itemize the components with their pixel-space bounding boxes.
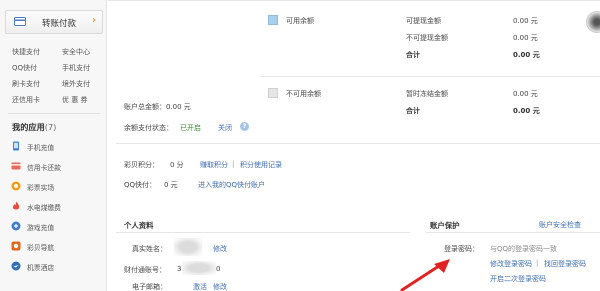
help-icon[interactable]: ? — [240, 122, 249, 131]
quick-link[interactable]: QQ快付 — [12, 63, 37, 73]
section-divider — [116, 143, 600, 144]
withdrawable-value: 0.00 元 — [513, 17, 538, 25]
credit-card-icon — [11, 162, 21, 170]
pay-status-label: 余额支付状态： — [124, 124, 173, 132]
close-balance-pay-link[interactable]: 关闭 — [218, 123, 232, 133]
sidebar-divider — [8, 113, 100, 114]
change-login-password-link[interactable]: 修改登录密码 — [490, 259, 532, 269]
non-withdrawable-label: 不可提现金额 — [406, 34, 448, 42]
game-icon — [11, 221, 21, 231]
frozen-total-label: 合计 — [406, 107, 420, 115]
app-label: 彩贝导航 — [27, 244, 55, 252]
account-total: 账户总金额：0.00 元 — [124, 103, 191, 111]
frozen-label: 暂时冻结金额 — [406, 90, 448, 98]
account-number-label: 财付通账号： — [124, 266, 166, 274]
login-password-desc: 与QQ的登录密码一致 — [490, 245, 558, 253]
security-divider — [426, 232, 600, 233]
quick-link[interactable]: 快捷支付 — [12, 47, 40, 57]
red-arrow-icon — [400, 259, 450, 291]
total-label: 合计 — [406, 51, 420, 59]
available-balance-swatch — [268, 15, 278, 25]
unavailable-balance-label: 不可用余额 — [286, 90, 321, 98]
quick-link[interactable]: 还信用卡 — [12, 95, 40, 105]
profile-title: 个人资料 — [124, 221, 154, 230]
my-apps-count: (7) — [44, 122, 57, 132]
utility-flame-icon — [12, 201, 20, 210]
main-content: 可用余额 可提现金额 0.00 元 不可提现金额 0.00 元 合计 0.00 … — [108, 0, 600, 291]
quick-link[interactable]: 境外支付 — [62, 79, 90, 89]
app-label: 手机充值 — [27, 144, 55, 152]
qq-pay-label: QQ快付： — [124, 181, 157, 189]
login-password-label: 登录密码： — [444, 245, 479, 253]
qq-pay-account-link[interactable]: 进入我的QQ快付账户 — [198, 180, 265, 190]
navigation-icon — [11, 241, 21, 251]
app-label: 水电煤缴费 — [27, 204, 61, 212]
wallet-page: 转账付款 › 快捷支付 安全中心 QQ快付 手机支付 刷卡支付 境外支付 还信用… — [0, 0, 600, 291]
profile-divider — [116, 232, 410, 233]
earn-points-link[interactable]: 赚取积分 — [200, 160, 228, 170]
caibei-points-value: 0 分 — [170, 161, 184, 169]
enable-second-password-link[interactable]: 开启二次登录密码 — [490, 274, 546, 284]
points-separator: | — [232, 160, 235, 168]
quick-link[interactable]: 手机支付 — [62, 63, 90, 73]
email-label: 电子邮箱： — [132, 283, 167, 291]
total-value: 0.00 元 — [513, 51, 540, 59]
account-number-start: 3 — [177, 265, 182, 273]
recover-login-password-link[interactable]: 找回登录密码 — [544, 259, 586, 269]
sidebar: 转账付款 › 快捷支付 安全中心 QQ快付 手机支付 刷卡支付 境外支付 还信用… — [0, 0, 107, 291]
transfer-label: 转账付款 — [42, 19, 77, 29]
quick-link[interactable]: 刷卡支付 — [12, 79, 40, 89]
app-label: 信用卡还款 — [27, 164, 61, 172]
real-name-label: 真实姓名： — [132, 245, 167, 253]
transfer-card-icon — [14, 17, 26, 26]
balance-divider — [260, 76, 600, 77]
security-check-link[interactable]: 账户安全检查 — [539, 220, 581, 230]
top-divider — [108, 0, 600, 1]
qq-pay-value: 0 元 — [164, 181, 178, 189]
account-number-end: 0 — [216, 265, 221, 273]
email-activate-link[interactable]: 激活 — [193, 282, 207, 291]
unavailable-balance-swatch — [268, 88, 278, 98]
app-label: 机票酒店 — [27, 264, 55, 272]
account-protection-title: 账户保护 — [430, 221, 460, 230]
phone-icon — [13, 141, 19, 151]
app-label: 游戏充值 — [27, 224, 55, 232]
email-edit-link[interactable]: 修改 — [213, 282, 227, 291]
points-history-link[interactable]: 积分使用记录 — [240, 160, 282, 170]
withdrawable-label: 可提现金额 — [406, 17, 441, 25]
caibei-points-label: 彩贝积分： — [124, 161, 159, 169]
real-name-blurred — [174, 238, 202, 256]
quick-link[interactable]: 安全中心 — [62, 47, 90, 57]
pay-status-value: 已开启 — [180, 124, 201, 132]
lottery-icon — [11, 181, 21, 191]
frozen-value: 0.00 元 — [513, 90, 538, 98]
transfer-button[interactable]: 转账付款 › — [5, 10, 103, 34]
security-separator: | — [536, 259, 539, 267]
app-label: 彩票实场 — [27, 184, 55, 192]
quick-link[interactable]: 优 惠 券 — [62, 95, 87, 105]
my-apps-label: 我的应用 — [12, 122, 45, 132]
chevron-right-icon: › — [92, 15, 96, 26]
account-number-blurred — [182, 261, 216, 275]
frozen-total-value: 0.00 元 — [513, 107, 540, 115]
flight-hotel-icon — [11, 261, 21, 271]
avatar[interactable] — [586, 11, 600, 33]
my-apps-title: 我的应用(7) — [12, 121, 56, 133]
edit-name-link[interactable]: 修改 — [213, 244, 227, 254]
non-withdrawable-value: 0.00 元 — [513, 34, 538, 42]
available-balance-label: 可用余额 — [286, 17, 314, 25]
